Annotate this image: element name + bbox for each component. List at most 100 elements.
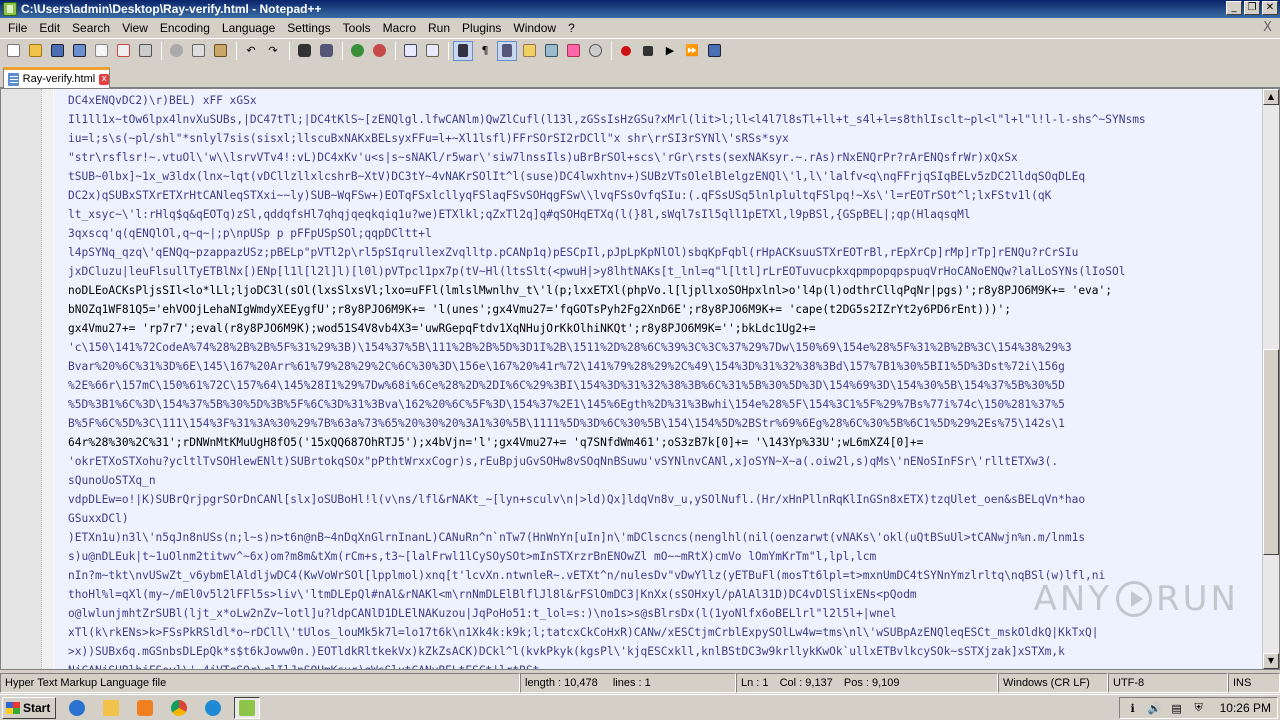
minimize-button[interactable]: _ <box>1226 1 1242 15</box>
menu-help[interactable]: ? <box>562 18 581 38</box>
code-line[interactable]: DC2x)qSUBxSTXrETXrHtCANleqSTXxi~~ly)SUB~… <box>68 186 1260 205</box>
close-icon[interactable] <box>91 41 111 61</box>
vertical-scrollbar[interactable]: ▲ ▼ <box>1262 89 1279 669</box>
cut-icon[interactable] <box>166 41 186 61</box>
code-line[interactable]: l4pSYNq_qzq\'qENQq~pzappazUSz;pBELp"pVTl… <box>68 243 1260 262</box>
run-macro-multiple-icon[interactable]: ⏩ <box>682 41 702 61</box>
undo-icon[interactable]: ↶ <box>241 41 261 61</box>
stop-macro-icon[interactable] <box>638 41 658 61</box>
doc-map-icon[interactable] <box>519 41 539 61</box>
scroll-up-icon[interactable]: ▲ <box>1263 89 1279 105</box>
menu-edit[interactable]: Edit <box>33 18 66 38</box>
menu-plugins[interactable]: Plugins <box>456 18 507 38</box>
network-icon[interactable]: ▤ <box>1170 701 1184 715</box>
code-line[interactable]: sQunoUoSTXq_n <box>68 471 1260 490</box>
windows-logo-icon <box>6 701 20 714</box>
code-line[interactable]: "str\rsflsr!~.vtuOl\'w\\lsrvVTv4!:vL)DC4… <box>68 148 1260 167</box>
zoom-out-icon[interactable] <box>369 41 389 61</box>
close-all-icon[interactable] <box>113 41 133 61</box>
paste-icon[interactable] <box>210 41 230 61</box>
code-line[interactable]: s)u@nDLEuk|t~1uOlnm2titwv^~6x)om?m8m&tXm… <box>68 547 1260 566</box>
menu-settings[interactable]: Settings <box>281 18 336 38</box>
status-insert-mode: INS <box>1228 673 1280 693</box>
close-document-x[interactable]: X <box>1263 20 1272 35</box>
menu-file[interactable]: File <box>2 18 33 38</box>
code-line[interactable]: %2E%66r\157mC\150%61%72C\157%64\145%28I1… <box>68 376 1260 395</box>
play-macro-icon[interactable]: ▶ <box>660 41 680 61</box>
code-line[interactable]: GSuxxDCl) <box>68 509 1260 528</box>
close-window-button[interactable]: ✕ <box>1262 1 1278 15</box>
print-icon[interactable] <box>135 41 155 61</box>
code-line[interactable]: 64r%28%30%2C%31';rDNWnMtKMuUgH8fO5('15xQ… <box>68 433 1260 452</box>
clock[interactable]: 10:26 PM <box>1220 701 1271 715</box>
find-icon[interactable] <box>294 41 314 61</box>
code-line[interactable]: vdpDLEw=o!|K)SUBrQrjpgrSOrDnCANl[slx]oSU… <box>68 490 1260 509</box>
play-logo-icon <box>1116 581 1153 617</box>
tab-close-icon[interactable]: x <box>99 73 109 85</box>
toolbar-separator <box>448 41 449 60</box>
indent-guide-icon[interactable] <box>497 40 517 61</box>
code-line[interactable]: 3qxscq'q(qENQlOl,q~q~|;p\npUSp p pFFpUSp… <box>68 224 1260 243</box>
menu-encoding[interactable]: Encoding <box>154 18 216 38</box>
tab-ray-verify[interactable]: Ray-verify.html x <box>3 67 110 88</box>
code-line[interactable]: )ETXn1u)n3l\'n5qJn8nUSs(n;l~s)n>t6n@nB~4… <box>68 528 1260 547</box>
code-line[interactable]: 'c\150\141%72CodeA%74%28%2B%2B%5F%31%29%… <box>68 338 1260 357</box>
function-list-icon[interactable] <box>541 41 561 61</box>
ie-icon[interactable] <box>64 697 90 719</box>
menu-macro[interactable]: Macro <box>377 18 422 38</box>
folder-workspace-icon[interactable] <box>563 41 583 61</box>
scroll-thumb[interactable] <box>1263 349 1279 555</box>
code-line[interactable]: DC4xENQvDC2)\r)BEL) xFF xGSx <box>68 91 1260 110</box>
code-line[interactable]: lt_xsyc~\'l:rHlq$q&qEOTq)zSl,qddqfsHl7qh… <box>68 205 1260 224</box>
new-file-icon[interactable] <box>3 41 23 61</box>
code-line[interactable]: tSUB~0lbx]~1x_w3ldx(lnx~lqt(vDCllzllxlcs… <box>68 167 1260 186</box>
code-line[interactable]: gx4Vmu27+= 'rp7r7';eval(r8y8PJO6M9K);wod… <box>68 319 1260 338</box>
open-file-icon[interactable] <box>25 41 45 61</box>
code-line[interactable]: NjCANjSUBlhjFSoyl\'~4jVTqSOr\rlIlJnSOHmK… <box>68 661 1260 669</box>
media-player-icon[interactable] <box>132 697 158 719</box>
edge-icon[interactable] <box>200 697 226 719</box>
menu-tools[interactable]: Tools <box>337 18 377 38</box>
start-label: Start <box>23 700 51 715</box>
sync-horizontal-icon[interactable] <box>422 41 442 61</box>
zoom-in-icon[interactable] <box>347 41 367 61</box>
code-line[interactable]: 'okrETXoSTXohu?ycltlTvSOHlewENlt)SUBrtok… <box>68 452 1260 471</box>
code-line[interactable]: Bvar%20%6C%31%3D%6E\145\167%20Arr%61%79%… <box>68 357 1260 376</box>
chrome-icon[interactable] <box>166 697 192 719</box>
code-line[interactable]: Il1ll1x~tOw6lpx4lnvXuSUBs,|DC47tTl;|DC4t… <box>68 110 1260 129</box>
code-line[interactable]: jxDCluzu|leuFlsullTyETBlNx[)ENp[l1l[l2l]… <box>68 262 1260 281</box>
menu-window[interactable]: Window <box>507 18 562 38</box>
word-wrap-icon[interactable] <box>453 40 473 61</box>
code-line[interactable]: bNOZq1WF81Q5='ehVOOjLehaNIgWmdyXEEygfU';… <box>68 300 1260 319</box>
code-line[interactable]: noDLEoACKsPljsSIl<lo*lLl;ljoDC3l(sOl(lxs… <box>68 281 1260 300</box>
explorer-folder-icon[interactable] <box>98 697 124 719</box>
save-macro-icon[interactable] <box>704 41 724 61</box>
shield-icon[interactable]: ⛨ <box>1192 701 1206 715</box>
status-position: Ln : 1 Col : 9,137 Pos : 9,109 <box>736 673 998 693</box>
menu-search[interactable]: Search <box>66 18 116 38</box>
monitor-icon[interactable] <box>585 41 605 61</box>
copy-icon[interactable] <box>188 41 208 61</box>
show-all-chars-icon[interactable]: ¶ <box>475 41 495 61</box>
code-line[interactable]: B%5F%6C%5D%3C\111\154%3F%31%3A%30%29%7B%… <box>68 414 1260 433</box>
toolbar-separator <box>611 41 612 60</box>
save-all-icon[interactable] <box>69 41 89 61</box>
replace-icon[interactable] <box>316 41 336 61</box>
menu-language[interactable]: Language <box>216 18 281 38</box>
start-button[interactable]: Start <box>2 696 56 719</box>
volume-icon[interactable]: 🔊 <box>1148 701 1162 715</box>
redo-icon[interactable]: ↷ <box>263 41 283 61</box>
scroll-down-icon[interactable]: ▼ <box>1263 653 1279 669</box>
menu-run[interactable]: Run <box>422 18 456 38</box>
notepadpp-icon[interactable] <box>234 696 260 719</box>
save-icon[interactable] <box>47 41 67 61</box>
code-line[interactable]: >x))SUBx6q.mGSnbsDLEpQk*s$t6kJoww0n.)EOT… <box>68 642 1260 661</box>
code-line[interactable]: xTl(k\rkENs>k>FSsPkRSldl*o~rDCll\'tUlos_… <box>68 623 1260 642</box>
menu-view[interactable]: View <box>116 18 154 38</box>
code-line[interactable]: iu=l;s\s(~pl/shl"*snlyl7sis(sisxl;llscuB… <box>68 129 1260 148</box>
restore-button[interactable]: ❐ <box>1244 1 1260 15</box>
record-macro-icon[interactable] <box>616 41 636 61</box>
info-icon[interactable]: ℹ <box>1126 701 1140 715</box>
code-line[interactable]: %5D%3B1%6C%3D\154%37%5B%30%5D%3B%5F%6C%3… <box>68 395 1260 414</box>
sync-vertical-icon[interactable] <box>400 41 420 61</box>
